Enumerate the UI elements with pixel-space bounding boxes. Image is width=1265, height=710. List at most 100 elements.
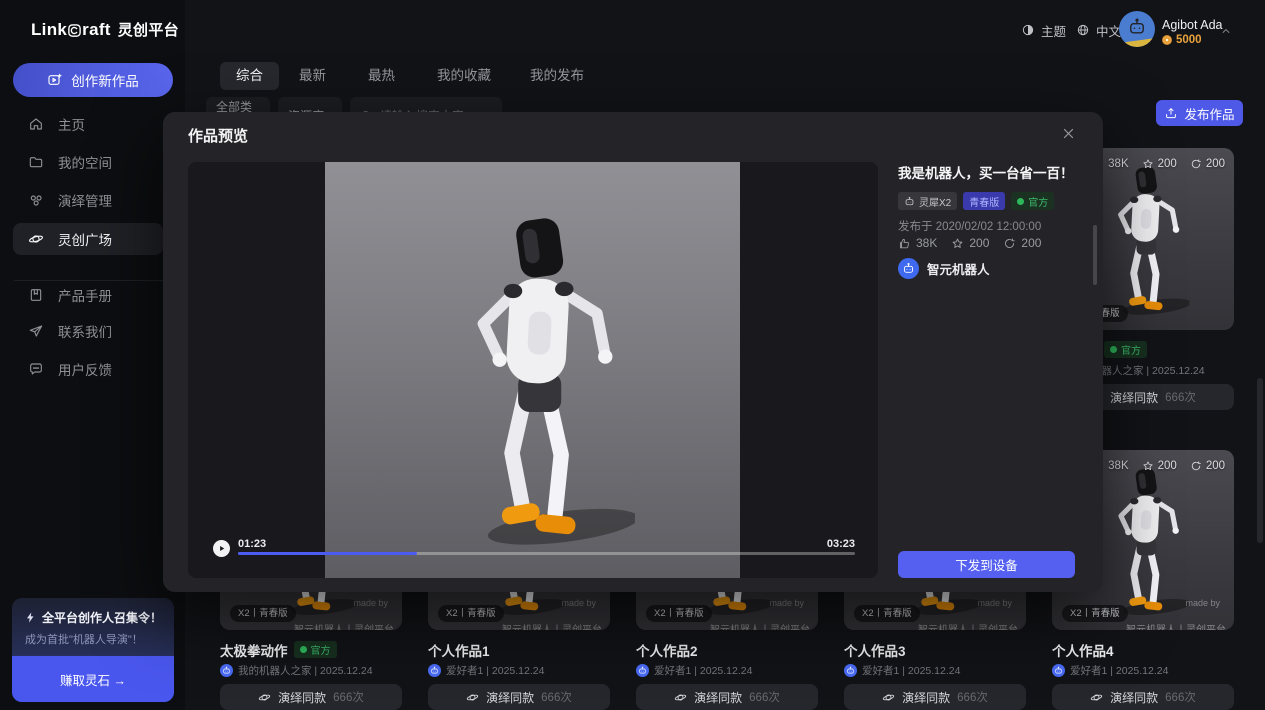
official-dot-icon [1110,346,1117,353]
chevron-up-icon [1219,24,1233,38]
card-robot-figure [1097,153,1190,326]
card-author-date: 爱好者1 | 2025.12.24 [862,663,960,678]
brand-watermark: 智元机器人丨灵创平台 [294,621,394,630]
work-detail-panel: 我是机器人，买一台省一百！ 灵犀X2 青春版 官方 发布于 2020/02/02… [898,112,1078,592]
author-avatar [898,258,919,279]
card-title: 个人作品1 [428,640,490,660]
tab-3[interactable]: 最热 [368,62,395,90]
sidebar-item-folder[interactable]: 我的空间 [13,146,163,178]
official-badge-label: 官方 [311,642,331,657]
tab-5[interactable]: 我的发布 [530,62,584,90]
theme-toggle[interactable]: 主题 [1021,21,1066,39]
author-robot-icon [902,262,915,275]
author-avatar [636,664,649,677]
sidebar-item-send[interactable]: 联系我们 [13,315,163,347]
sidebar-item-planet[interactable]: 灵创广场 [13,223,163,255]
model-version-badge: X2丨青春版 [1062,605,1128,622]
star-count: 200 [969,236,989,250]
sidebar-item-home[interactable]: 主页 [13,108,163,140]
work-author[interactable]: 智元机器人 [898,258,990,279]
lightning-icon [24,611,37,624]
star-stat[interactable]: 200 [951,236,989,250]
book-icon [28,287,44,303]
page-scrollbar[interactable] [1257,378,1263,543]
orbit-icon [466,691,479,704]
work-tags: 灵犀X2 青春版 官方 [898,192,1054,210]
share-icon [1003,237,1016,250]
card-author-date: 爱好者1 | 2025.12.24 [1070,663,1168,678]
thumbs-up-icon [898,237,911,250]
logo-text-prefix: Link [31,20,67,39]
orbit-icon [1090,691,1103,704]
official-badge-label: 官方 [1121,342,1141,357]
tab-4[interactable]: 我的收藏 [437,62,491,90]
progress-fill [238,552,417,555]
made-by-watermark: made by [977,598,1012,608]
replay-count: 666次 [1165,689,1196,705]
send-to-device-button[interactable]: 下发到设备 [898,551,1075,578]
sidebar-item-label: 主页 [58,114,85,134]
language-switch[interactable]: 中文 [1076,21,1121,39]
like-stat[interactable]: 38K [898,236,937,250]
replay-same-button[interactable]: 演绎同款666次 [844,684,1026,710]
sidebar-item-chat[interactable]: 用户反馈 [13,353,163,385]
official-badge: 官方 [1104,341,1147,358]
star-count: 200 [1158,158,1177,170]
earn-gems-button[interactable]: 赚取灵石 → [12,656,174,702]
modal-title: 作品预览 [188,125,248,146]
robot-chip-icon [904,196,915,207]
sidebar-item-book[interactable]: 产品手册 [13,279,163,311]
share-stat[interactable]: 200 [1003,236,1041,250]
replay-same-button[interactable]: 演绎同款666次 [1052,684,1234,710]
video-player[interactable]: 01:23 03:23 [188,162,878,578]
share-icon [1190,460,1202,472]
modal-scrollbar[interactable] [1093,225,1097,285]
folder-icon [28,154,44,170]
replay-label: 演绎同款 [486,689,534,706]
model-tag-label: 灵犀X2 [919,194,951,209]
coin-icon [1162,35,1172,45]
user-name: Agibot Ada [1162,18,1222,32]
theme-icon [1021,23,1035,37]
robot-figure [430,188,635,558]
made-by-watermark: made by [769,598,804,608]
card-title: 个人作品2 [636,640,698,660]
card-title: 个人作品4 [1052,640,1114,660]
model-tag: 灵犀X2 [898,192,957,210]
language-label: 中文 [1096,21,1121,40]
user-menu-chevron[interactable] [1219,22,1233,40]
official-tag: 官方 [1011,192,1054,210]
sidebar-item-label: 我的空间 [58,152,112,172]
sidebar-item-label: 产品手册 [58,285,112,305]
publish-work-button[interactable]: 发布作品 [1156,100,1243,126]
sidebar-item-nodes[interactable]: 演绎管理 [13,184,163,216]
card-title-row: 个人作品2 [636,641,818,658]
create-work-label: 创作新作品 [71,70,139,90]
star-icon [951,237,964,250]
play-button[interactable] [213,540,230,557]
send-icon [28,323,44,339]
made-by-watermark: made by [561,598,596,608]
progress-bar[interactable] [238,552,855,555]
author-avatar [1052,664,1065,677]
replay-same-button[interactable]: 演绎同款666次 [636,684,818,710]
promo-title: 全平台创作人召集令！ [24,609,162,626]
author-avatar [844,664,857,677]
replay-count: 666次 [541,689,572,705]
replay-same-button[interactable]: 演绎同款 666次 [428,684,610,710]
user-avatar[interactable] [1119,11,1155,47]
promo-subtitle: 成为首批"机器人导演"！ [25,631,143,647]
author-robot-icon [1054,666,1063,675]
orbit-icon [258,691,271,704]
replay-count: 666次 [333,689,364,705]
planet-icon [28,231,44,247]
replay-same-button[interactable]: 演绎同款666次 [220,684,402,710]
like-count: 38K [916,236,937,250]
create-work-button[interactable]: 创作新作品 [13,63,173,97]
card-author-row: 爱好者1 | 2025.12.24 [636,663,818,677]
logo-text-suffix: raft [82,20,111,39]
theme-label: 主题 [1041,21,1066,40]
replay-label: 演绎同款 [1110,389,1158,406]
tab-1[interactable]: 综合 [220,62,279,90]
tab-2[interactable]: 最新 [299,62,326,90]
